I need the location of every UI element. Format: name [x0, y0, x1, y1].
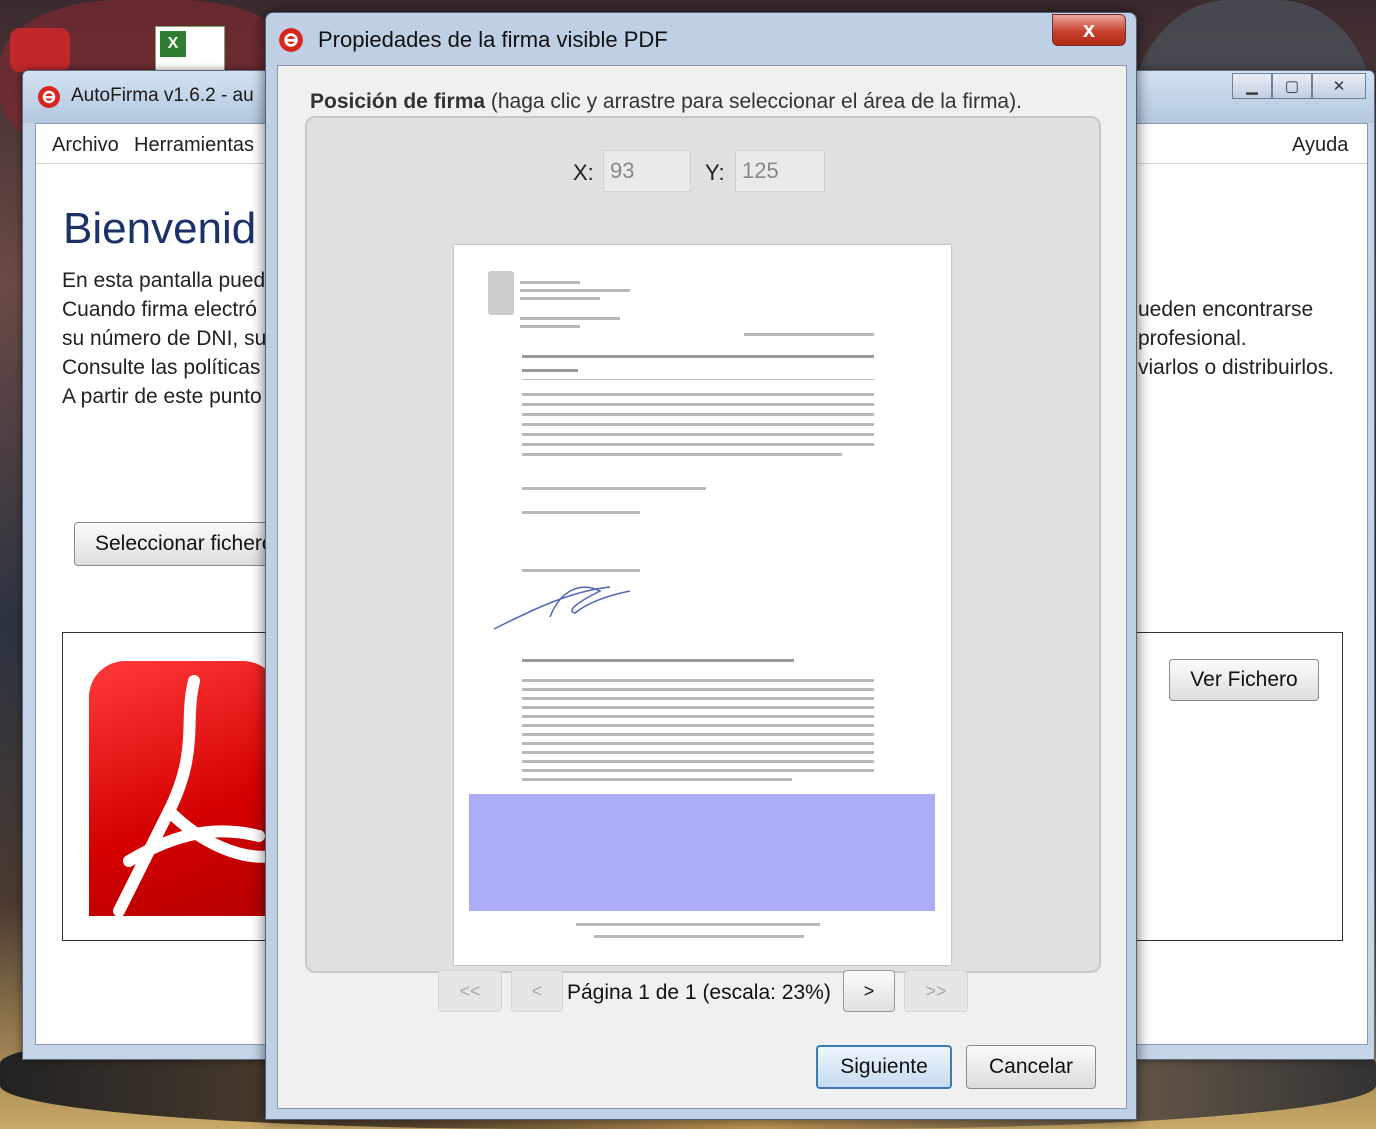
welcome-heading: Bienvenid	[63, 204, 257, 253]
last-page-button[interactable]: >>	[904, 970, 968, 1012]
document-text-line	[522, 778, 792, 781]
document-text-line	[522, 413, 874, 416]
main-window-title: AutoFirma v1.6.2 - au	[71, 85, 254, 106]
acrobat-symbol-icon	[113, 675, 280, 917]
document-text-line	[522, 403, 874, 406]
document-text-line	[522, 706, 874, 709]
document-text-line	[520, 289, 630, 292]
page-preview-panel: X: 93 Y: 125 << < Página 1 de 1 (escala:…	[305, 116, 1101, 1012]
first-page-button[interactable]: <<	[438, 970, 502, 1012]
welcome-line: profesional.	[1138, 327, 1247, 350]
autofirma-logo-icon	[279, 28, 303, 52]
document-text-line	[594, 935, 804, 938]
document-text-line	[522, 379, 874, 380]
window-controls: ▁ ▢ ✕	[1232, 73, 1366, 99]
menu-herramientas[interactable]: Herramientas	[134, 134, 254, 157]
minimize-button[interactable]: ▁	[1232, 73, 1272, 99]
view-file-button[interactable]: Ver Fichero	[1169, 659, 1319, 701]
dialog-close-button[interactable]: x	[1052, 14, 1126, 46]
welcome-line: Consulte las políticas	[62, 356, 261, 379]
document-text-line	[522, 742, 874, 745]
cancel-button[interactable]: Cancelar	[966, 1045, 1096, 1089]
document-text-line	[522, 433, 874, 436]
document-text-line	[522, 487, 706, 490]
maximize-button[interactable]: ▢	[1272, 73, 1312, 99]
signature-area-selection[interactable]	[469, 794, 935, 911]
document-text-line	[522, 733, 874, 736]
welcome-text-right: ueden encontrarse profesional. viarlos o…	[1138, 295, 1334, 382]
document-text-line	[520, 325, 580, 328]
document-text-line	[522, 715, 874, 718]
position-label-bold: Posición de firma	[310, 90, 486, 113]
document-text-line	[522, 679, 874, 682]
visible-signature-dialog: Propiedades de la firma visible PDF x Po…	[265, 12, 1137, 1120]
signature-position-label: Posición de firma (haga clic y arrastre …	[310, 90, 1022, 114]
handwritten-signature-image	[493, 586, 631, 630]
excel-icon[interactable]: X	[155, 26, 225, 72]
welcome-line: A partir de este punto	[62, 385, 262, 408]
excel-icon-glyph: X	[160, 31, 186, 57]
document-text-line	[522, 760, 874, 763]
pdf-page-preview[interactable]	[454, 245, 951, 965]
next-step-button[interactable]: Siguiente	[816, 1045, 952, 1089]
document-text-line	[520, 281, 580, 284]
welcome-line: Cuando firma electró	[62, 298, 257, 321]
document-text-line	[522, 423, 874, 426]
region-crest-icon	[488, 271, 514, 315]
document-text-line	[520, 317, 620, 320]
document-text-line	[522, 511, 640, 514]
y-coordinate-field[interactable]: 125	[735, 150, 825, 192]
document-text-line	[522, 443, 874, 446]
x-coordinate-field[interactable]: 93	[603, 150, 691, 192]
y-coordinate-label: Y:	[705, 160, 725, 185]
document-text-line	[520, 297, 600, 300]
menu-archivo[interactable]: Archivo	[52, 134, 119, 157]
welcome-line: ueden encontrarse	[1138, 298, 1314, 321]
x-coordinate-label: X:	[573, 160, 594, 185]
document-text-line	[522, 724, 874, 727]
document-text-line	[522, 355, 874, 358]
document-text-line	[522, 453, 842, 456]
document-text-line	[576, 923, 820, 926]
desktop-app-icon[interactable]	[10, 28, 70, 72]
welcome-line: En esta pantalla pued	[62, 269, 266, 292]
welcome-line: su número de DNI, su	[62, 327, 267, 350]
dialog-body: Posición de firma (haga clic y arrastre …	[277, 65, 1127, 1109]
pdf-file-icon	[89, 661, 280, 917]
document-text-line	[744, 333, 874, 336]
document-text-line	[522, 688, 874, 691]
welcome-line: viarlos o distribuirlos.	[1138, 356, 1335, 379]
document-text-line	[522, 697, 874, 700]
document-text-line	[522, 769, 874, 772]
previous-page-button[interactable]: <	[511, 970, 563, 1012]
close-window-button[interactable]: ✕	[1312, 73, 1366, 99]
dialog-title: Propiedades de la firma visible PDF	[318, 27, 668, 52]
page-indicator: Página 1 de 1 (escala: 23%)	[567, 981, 831, 1004]
document-text-line	[522, 393, 874, 396]
document-text-line	[522, 369, 578, 372]
menu-ayuda[interactable]: Ayuda	[1292, 134, 1348, 157]
autofirma-logo-icon	[38, 86, 60, 108]
welcome-text-left: En esta pantalla pued Cuando firma elect…	[62, 266, 266, 411]
document-text-line	[522, 751, 874, 754]
position-label-hint: (haga clic y arrastre para seleccionar e…	[485, 90, 1022, 113]
document-text-line	[522, 659, 794, 662]
next-page-button[interactable]: >	[843, 970, 895, 1012]
